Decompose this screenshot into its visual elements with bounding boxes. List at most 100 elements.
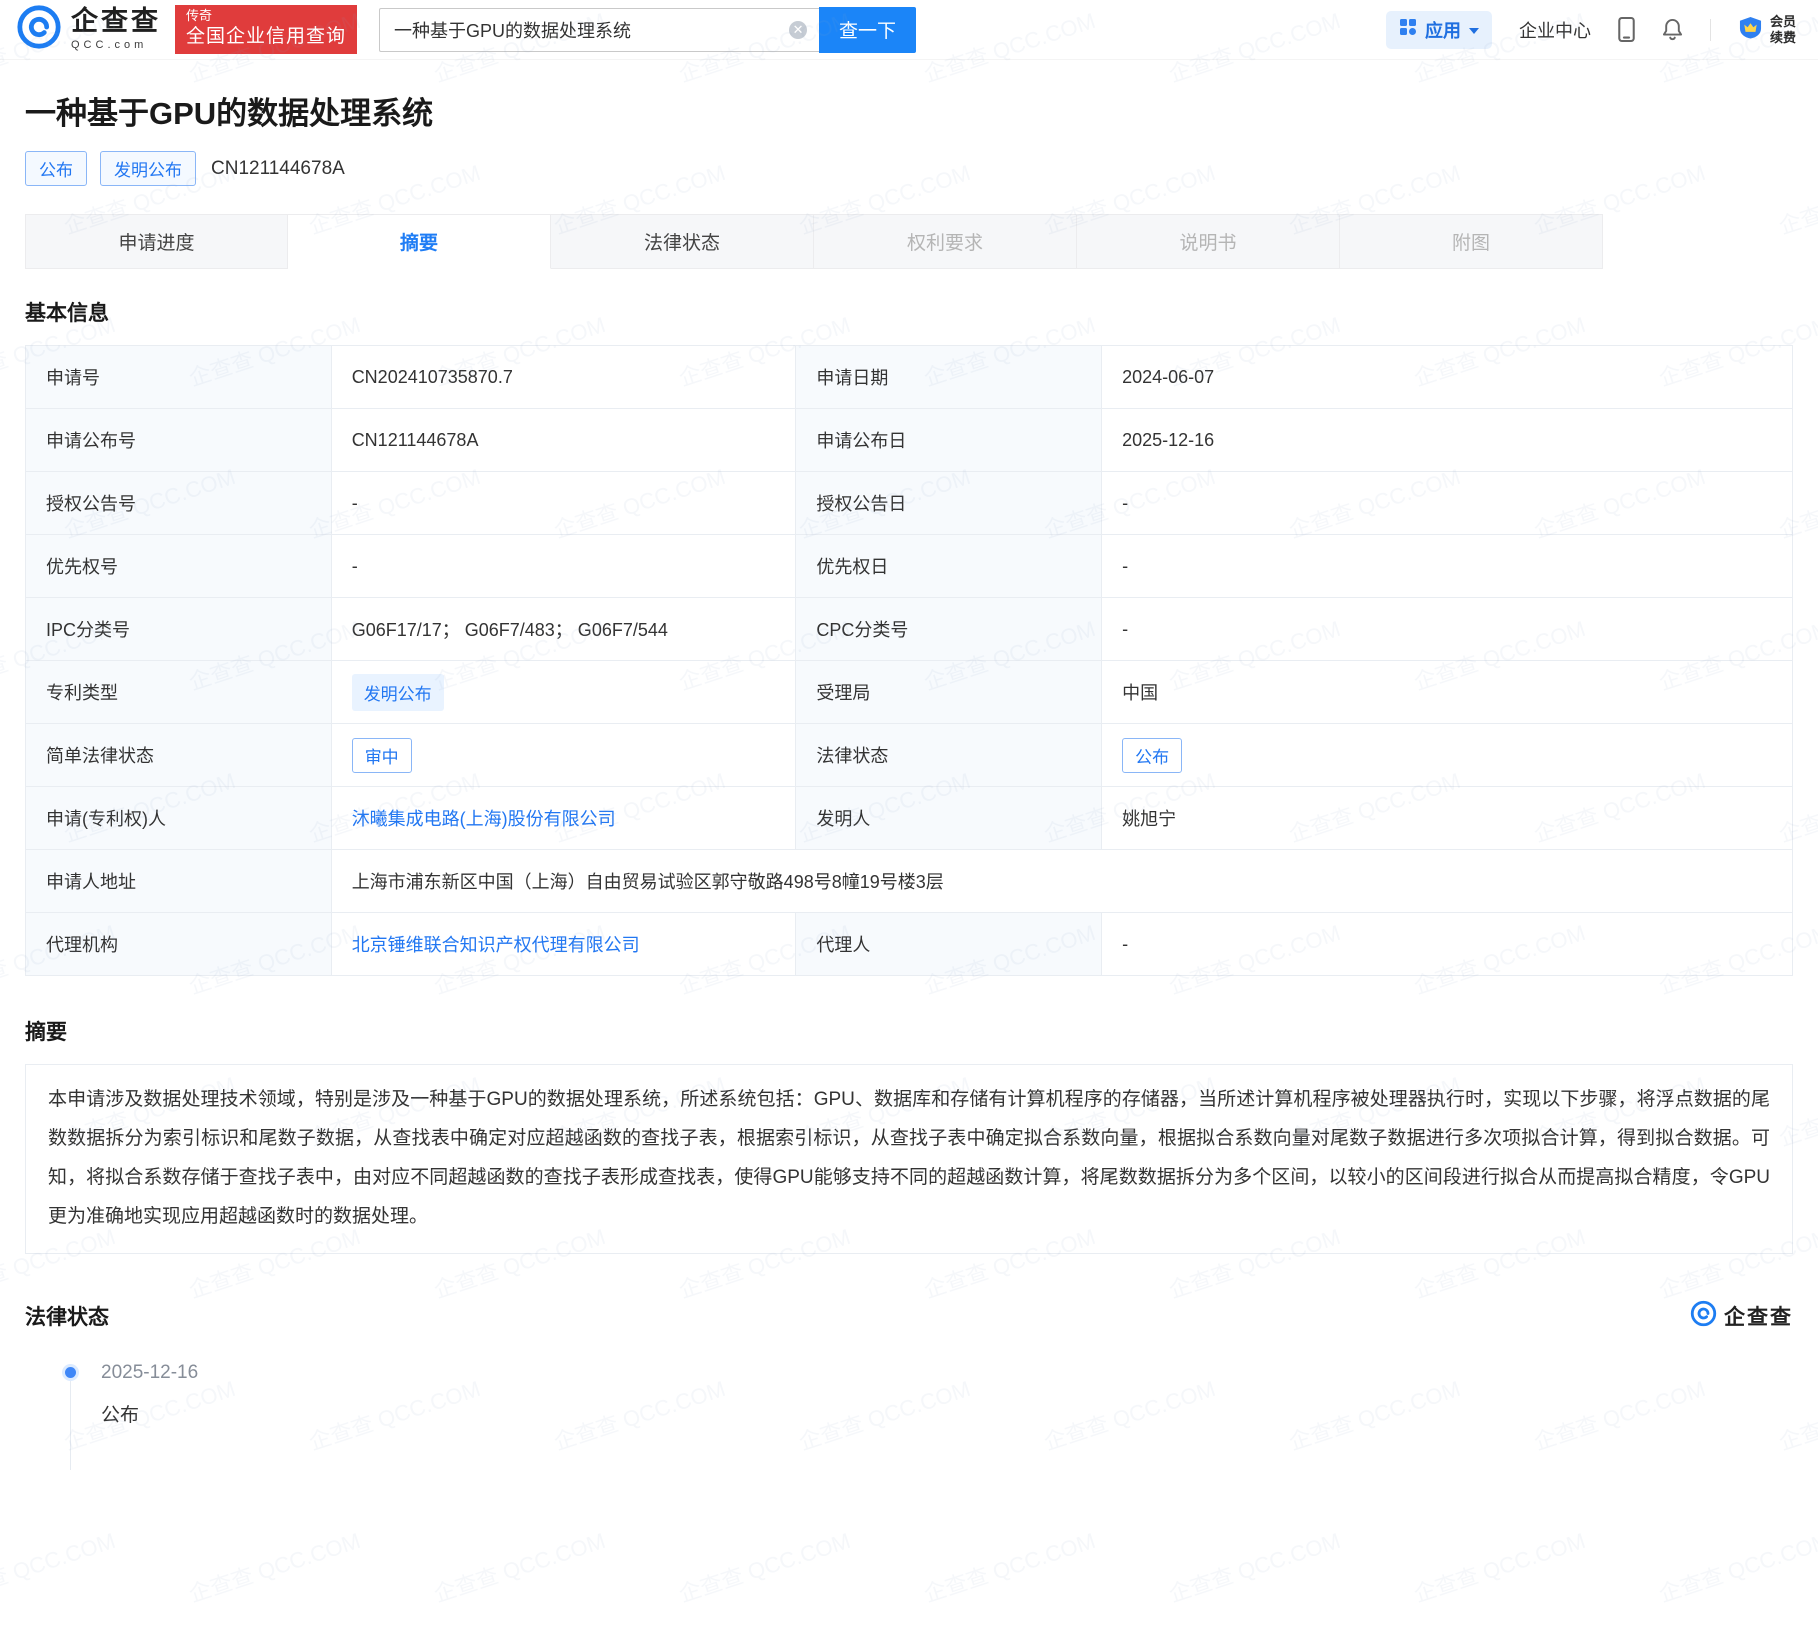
field-value: CN202410735870.7	[331, 346, 796, 409]
applicant-link[interactable]: 沐曦集成电路(上海)股份有限公司	[352, 809, 616, 829]
field-label: 专利类型	[26, 661, 332, 724]
tabs-bar: 申请进度 摘要 法律状态 权利要求 说明书 附图	[25, 214, 1793, 269]
timeline-item: 2025-12-16 公布	[65, 1362, 1793, 1427]
search-input[interactable]	[379, 8, 819, 52]
qcc-logo-icon	[16, 4, 62, 55]
field-label: 优先权日	[796, 535, 1102, 598]
mobile-app-icon[interactable]	[1618, 16, 1635, 43]
field-label: 代理机构	[26, 913, 332, 976]
field-label: 法律状态	[796, 724, 1102, 787]
field-label: 申请公布号	[26, 409, 332, 472]
brand-domain: QCC.com	[71, 39, 161, 51]
field-value: -	[1102, 598, 1793, 661]
field-value: 审中	[331, 724, 796, 787]
field-value: 北京锤维联合知识产权代理有限公司	[331, 913, 796, 976]
field-label: 优先权号	[26, 535, 332, 598]
tab-drawings[interactable]: 附图	[1340, 214, 1603, 269]
field-value: G06F17/17； G06F7/483； G06F7/544	[331, 598, 796, 661]
status-tag: 公布	[25, 151, 87, 186]
header-nav: 应用 企业中心	[1386, 11, 1796, 49]
field-value: 上海市浦东新区中国（上海）自由贸易试验区郭守敬路498号8幢19号楼3层	[331, 850, 1792, 913]
simple-legal-status-tag: 审中	[352, 738, 412, 773]
type-tag: 发明公布	[100, 151, 196, 186]
tab-legal-status[interactable]: 法律状态	[551, 214, 814, 269]
field-label: 申请公布日	[796, 409, 1102, 472]
apps-menu[interactable]: 应用	[1386, 11, 1492, 49]
tabs-filler	[1603, 214, 1793, 269]
field-label: CPC分类号	[796, 598, 1102, 661]
field-value: -	[331, 535, 796, 598]
field-value: -	[1102, 913, 1793, 976]
field-value: 公布	[1102, 724, 1793, 787]
field-label: 简单法律状态	[26, 724, 332, 787]
table-row: 简单法律状态 审中 法律状态 公布	[26, 724, 1793, 787]
field-label: 发明人	[796, 787, 1102, 850]
notifications-bell-icon[interactable]	[1662, 18, 1683, 42]
field-value: 姚旭宁	[1102, 787, 1793, 850]
header-divider	[1710, 19, 1711, 41]
table-row: 申请人地址 上海市浦东新区中国（上海）自由贸易试验区郭守敬路498号8幢19号楼…	[26, 850, 1793, 913]
field-label: IPC分类号	[26, 598, 332, 661]
promo-line1: 传奇	[186, 8, 346, 25]
qcc-logo-text: 企查查 QCC.com	[71, 8, 161, 51]
vip-renew-badge[interactable]: 会员 续费	[1738, 14, 1796, 45]
search-bar: ✕ 查一下	[379, 7, 916, 53]
patent-type-tag: 发明公布	[352, 674, 444, 711]
abstract-text: 本申请涉及数据处理技术领域，特别是涉及一种基于GPU的数据处理系统，所述系统包括…	[25, 1064, 1793, 1254]
top-header: 企查查 QCC.com 传奇 全国企业信用查询 ✕ 查一下	[0, 0, 1818, 60]
field-value: 发明公布	[331, 661, 796, 724]
field-label: 代理人	[796, 913, 1102, 976]
vip-text: 会员 续费	[1770, 14, 1796, 45]
legal-status-header: 法律状态 企查查	[25, 1300, 1793, 1332]
page-title: 一种基于GPU的数据处理系统	[25, 88, 1793, 133]
table-row: 授权公告号 - 授权公告日 -	[26, 472, 1793, 535]
basic-info-table: 申请号 CN202410735870.7 申请日期 2024-06-07 申请公…	[25, 345, 1793, 976]
chevron-down-icon	[1469, 28, 1479, 34]
clear-search-icon[interactable]: ✕	[789, 21, 807, 39]
table-row: 优先权号 - 优先权日 -	[26, 535, 1793, 598]
page: 企查查 QCC.com 传奇 全国企业信用查询 ✕ 查一下	[0, 0, 1818, 1626]
field-value: -	[1102, 535, 1793, 598]
field-label: 申请人地址	[26, 850, 332, 913]
vip-line1: 会员	[1770, 14, 1796, 30]
field-value: -	[1102, 472, 1793, 535]
promo-badge[interactable]: 传奇 全国企业信用查询	[175, 5, 357, 55]
legal-status-timeline: 2025-12-16 公布	[65, 1362, 1793, 1547]
brand-name: 企查查	[71, 8, 161, 35]
enterprise-center-link[interactable]: 企业中心	[1519, 17, 1591, 43]
tab-claims[interactable]: 权利要求	[814, 214, 1077, 269]
field-value: CN121144678A	[331, 409, 796, 472]
tab-abstract[interactable]: 摘要	[288, 214, 551, 269]
legal-status-heading: 法律状态	[25, 1301, 109, 1331]
field-value: 2025-12-16	[1102, 409, 1793, 472]
table-row: 专利类型 发明公布 受理局 中国	[26, 661, 1793, 724]
field-label: 申请(专利权)人	[26, 787, 332, 850]
patent-tag-row: 公布 发明公布 CN121144678A	[25, 151, 1793, 186]
crown-icon	[1738, 16, 1763, 44]
table-row: IPC分类号 G06F17/17； G06F7/483； G06F7/544 C…	[26, 598, 1793, 661]
table-row: 代理机构 北京锤维联合知识产权代理有限公司 代理人 -	[26, 913, 1793, 976]
field-value: -	[331, 472, 796, 535]
timeline-dot-icon	[65, 1367, 76, 1378]
field-label: 申请日期	[796, 346, 1102, 409]
table-row: 申请公布号 CN121144678A 申请公布日 2025-12-16	[26, 409, 1793, 472]
search-button[interactable]: 查一下	[819, 7, 916, 53]
basic-info-heading: 基本信息	[25, 297, 1793, 327]
timeline-status: 公布	[101, 1400, 1793, 1427]
field-value: 沐曦集成电路(上海)股份有限公司	[331, 787, 796, 850]
tab-specification[interactable]: 说明书	[1077, 214, 1340, 269]
apps-label: 应用	[1425, 17, 1461, 43]
tab-application-progress[interactable]: 申请进度	[25, 214, 288, 269]
publication-number: CN121144678A	[211, 158, 345, 180]
field-label: 授权公告日	[796, 472, 1102, 535]
agency-link[interactable]: 北京锤维联合知识产权代理有限公司	[352, 935, 640, 955]
abstract-heading: 摘要	[25, 1016, 1793, 1046]
field-value: 中国	[1102, 661, 1793, 724]
field-label: 授权公告号	[26, 472, 332, 535]
field-label: 受理局	[796, 661, 1102, 724]
apps-grid-icon	[1399, 18, 1417, 41]
vip-line2: 续费	[1770, 30, 1796, 46]
qcc-logo[interactable]: 企查查 QCC.com	[16, 4, 161, 55]
promo-line2: 全国企业信用查询	[186, 25, 346, 50]
qcc-mini-text: 企查查	[1724, 1301, 1793, 1331]
